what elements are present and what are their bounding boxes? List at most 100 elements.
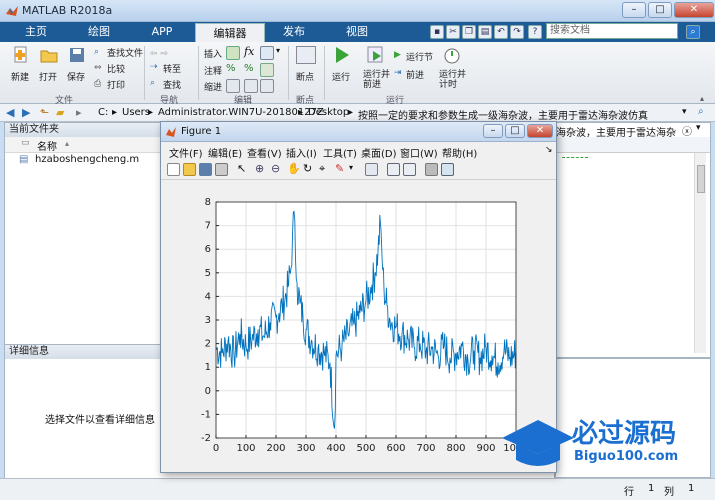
run-time-button[interactable]: 运行并 计时 (438, 46, 466, 92)
figure-close-button[interactable]: ✕ (527, 124, 553, 138)
back-arrow-icon[interactable]: ◀ (6, 106, 14, 119)
redo-quick-icon[interactable]: ↷ (510, 25, 524, 39)
indent-label[interactable]: 缩进 (204, 80, 222, 93)
save-figure-icon[interactable] (199, 163, 212, 176)
uncomment-icon[interactable]: % (244, 63, 254, 74)
open-file-icon[interactable] (183, 163, 196, 176)
show-tools-icon[interactable] (441, 163, 454, 176)
print-figure-icon[interactable] (215, 163, 228, 176)
menu-window[interactable]: 窗口(W) (400, 145, 438, 160)
goto-button[interactable]: ⇢ 转至 (150, 62, 192, 76)
zoom-in-icon[interactable]: ⊕ (255, 162, 264, 175)
tab-publish[interactable]: 发布 (270, 22, 318, 42)
print-button[interactable]: ⎙ 打印 (94, 78, 144, 92)
x-tick-label: 400 (326, 443, 345, 454)
search-input[interactable]: 搜索文档 (546, 23, 678, 39)
path-dropdown-icon[interactable]: ▾ (682, 107, 687, 117)
forward-arrow-icon[interactable]: ▶ (22, 106, 30, 119)
open-button[interactable]: 打开 (36, 46, 62, 92)
help-quick-icon[interactable]: ? (528, 25, 542, 39)
brush-icon[interactable]: ✎ (335, 162, 344, 175)
editor-panel: 海杂波，主要用于雷达海杂波仿真 ⓧ ▾ (555, 122, 711, 358)
figure-maximize-button[interactable]: □ (505, 124, 525, 138)
path-segment-desktop[interactable]: Desktop (308, 107, 349, 118)
browse-folder-icon[interactable]: ▰ (56, 106, 64, 119)
indent-decrease-icon[interactable] (260, 79, 274, 93)
hide-tools-icon[interactable] (425, 163, 438, 176)
run-advance-button[interactable]: 运行并 前进 (362, 46, 390, 92)
undo-quick-icon[interactable]: ↶ (494, 25, 508, 39)
x-tick-label: 900 (476, 443, 495, 454)
menu-file[interactable]: 文件(F) (169, 145, 203, 160)
zoom-out-icon[interactable]: ⊖ (271, 162, 280, 175)
menu-desktop[interactable]: 桌面(D) (361, 145, 397, 160)
paste-quick-icon[interactable]: ▤ (478, 25, 492, 39)
indent-increase-icon[interactable] (244, 79, 258, 93)
tab-view[interactable]: 视图 (333, 22, 381, 42)
rotate-icon[interactable]: ↻ (303, 162, 312, 175)
fx-icon[interactable]: fx (244, 45, 254, 58)
smart-indent-icon[interactable] (226, 79, 240, 93)
tab-home[interactable]: 主页 (12, 22, 60, 42)
advance-button[interactable]: ⇥ 前进 (394, 68, 434, 82)
tab-editor[interactable]: 编辑器 (195, 23, 265, 42)
details-message: 选择文件以查看详细信息 (45, 415, 155, 426)
tab-apps[interactable]: APP (138, 22, 186, 42)
save-button[interactable]: 保存 (64, 46, 90, 92)
tab-plots[interactable]: 绘图 (75, 22, 123, 42)
find-button[interactable]: ⌕ 查找 (150, 78, 192, 92)
scrollbar-thumb[interactable] (697, 165, 705, 193)
run-section-button[interactable]: ▶ 运行节 (394, 50, 434, 64)
insert-section-icon[interactable] (226, 46, 240, 60)
pointer-icon[interactable]: ↖ (237, 162, 246, 175)
new-button[interactable]: 新建 (8, 46, 34, 92)
run-button[interactable]: 运行 (330, 46, 354, 90)
new-figure-icon[interactable] (167, 163, 180, 176)
menu-help[interactable]: 帮助(H) (442, 145, 477, 160)
colorbar-icon[interactable] (387, 163, 400, 176)
m-file-icon: ▤ (19, 154, 29, 165)
editor-help-icon[interactable]: ⓧ (682, 123, 692, 138)
breakpoints-button[interactable]: 断点 (294, 46, 318, 90)
comment-label[interactable]: 注释 (204, 64, 222, 77)
figure-title-bar[interactable]: Figure 1 – □ ✕ (161, 122, 556, 142)
menu-dock-icon[interactable]: ↘ (545, 145, 553, 155)
legend-icon[interactable] (403, 163, 416, 176)
insert-dropdown-icon[interactable]: ▾ (276, 46, 280, 55)
nav-back-forward[interactable]: ⇦ ⇨ (150, 46, 190, 60)
menu-insert[interactable]: 插入(I) (286, 145, 317, 160)
figure-menu-bar: 文件(F) 编辑(E) 查看(V) 插入(I) 工具(T) 桌面(D) 窗口(W… (161, 142, 556, 160)
up-folder-icon[interactable]: ⬑ (40, 106, 49, 119)
graduation-cap-icon (502, 420, 574, 454)
editor-menu-icon[interactable]: ▾ (696, 123, 701, 133)
save-quick-icon[interactable]: ▪ (430, 25, 444, 39)
menu-view[interactable]: 查看(V) (247, 145, 282, 160)
brush-dropdown-icon[interactable]: ▾ (349, 163, 353, 172)
cut-quick-icon[interactable]: ✂ (446, 25, 460, 39)
link-plot-icon[interactable] (365, 163, 378, 176)
close-button[interactable]: ✕ (674, 2, 714, 18)
find-files-button[interactable]: ⌕ 查找文件 (94, 46, 144, 60)
figure-minimize-button[interactable]: – (483, 124, 503, 138)
ribbon-toolbar: 新建 打开 保存 ⌕ 查找文件 ⇔ 比较 ⎙ 打印 文件 ⇦ ⇨ ⇢ 转至 ⌕ … (0, 42, 715, 106)
comment-percent-icon[interactable]: % (226, 63, 236, 74)
pan-icon[interactable]: ✋ (287, 162, 301, 175)
minimize-button[interactable]: – (622, 2, 646, 18)
editor-scrollbar[interactable] (694, 153, 706, 353)
menu-edit[interactable]: 编辑(E) (208, 145, 242, 160)
path-segment-drive[interactable]: C: (98, 107, 108, 118)
wrap-comment-icon[interactable] (260, 63, 274, 77)
list-item[interactable]: ▤ hzaboshengcheng.m (9, 154, 159, 168)
compare-button[interactable]: ⇔ 比较 (94, 62, 144, 76)
data-cursor-icon[interactable]: ⌖ (319, 162, 325, 176)
insert-label[interactable]: 插入 (204, 47, 222, 60)
copy-quick-icon[interactable]: ❐ (462, 25, 476, 39)
path-search-icon[interactable]: ⌕ (698, 106, 704, 117)
path-segment-users[interactable]: Users (122, 107, 150, 118)
collapse-ribbon-icon[interactable]: ▴ (700, 94, 704, 103)
insert-cell-icon[interactable] (260, 46, 274, 60)
path-segment-folder[interactable]: 按照一定的要求和参数生成一级海杂波，主要用于雷达海杂波仿真 (358, 107, 648, 122)
menu-tools[interactable]: 工具(T) (323, 145, 357, 160)
search-icon[interactable]: ⌕ (686, 25, 700, 39)
maximize-button[interactable]: □ (648, 2, 672, 18)
